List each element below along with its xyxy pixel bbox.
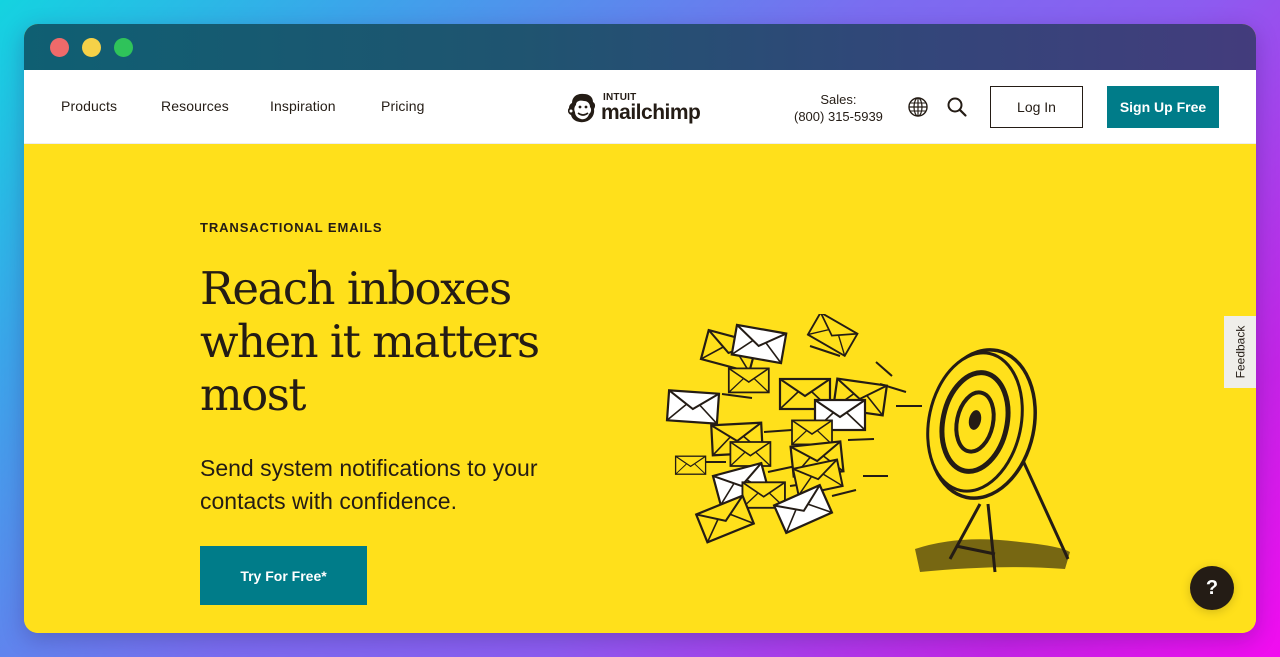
help-button[interactable]: ? — [1190, 566, 1234, 610]
hero-eyebrow: TRANSACTIONAL EMAILS — [200, 220, 383, 235]
target-board — [926, 348, 1037, 500]
nav-pricing[interactable]: Pricing — [381, 98, 425, 114]
envelope — [727, 367, 770, 394]
hero-subhead: Send system notifications to your contac… — [200, 455, 538, 514]
nav-inspiration[interactable]: Inspiration — [270, 98, 336, 114]
feedback-label: Feedback — [1233, 325, 1248, 379]
envelope — [806, 314, 859, 357]
maximize-window-button[interactable] — [114, 38, 133, 57]
sales-label: Sales: — [820, 92, 857, 107]
envelopes-group — [665, 314, 922, 544]
sales-contact: Sales: (800) 315-5939 — [794, 91, 883, 125]
envelope — [729, 441, 772, 467]
hero-section: TRANSACTIONAL EMAILS Reach inboxes when … — [24, 144, 1256, 633]
nav-products[interactable]: Products — [61, 98, 117, 114]
logo-mailchimp-text: mailchimp — [601, 101, 701, 124]
sign-up-free-button[interactable]: Sign Up Free — [1107, 86, 1219, 128]
browser-window: Products Resources Inspiration Pricing I… — [24, 24, 1256, 633]
log-in-button[interactable]: Log In — [990, 86, 1083, 128]
feedback-tab[interactable]: Feedback — [1224, 316, 1256, 388]
envelopes-target-illustration — [665, 314, 1070, 573]
envelope — [674, 455, 707, 475]
close-window-button[interactable] — [50, 38, 69, 57]
freddie-chimp-icon — [567, 93, 596, 123]
globe-icon — [908, 97, 928, 117]
envelope — [665, 389, 721, 425]
mailchimp-logo[interactable]: INTUIT mailchimp — [566, 88, 701, 128]
envelope — [791, 419, 833, 446]
hero-headline: Reach inboxes when it matters most — [200, 262, 540, 421]
window-titlebar — [24, 24, 1256, 70]
search-icon — [947, 97, 967, 117]
question-mark-icon: ? — [1205, 576, 1219, 599]
language-button[interactable] — [907, 96, 929, 118]
top-navigation: Products Resources Inspiration Pricing I… — [24, 70, 1256, 144]
nav-resources[interactable]: Resources — [161, 98, 229, 114]
sales-phone[interactable]: (800) 315-5939 — [794, 108, 883, 125]
minimize-window-button[interactable] — [82, 38, 101, 57]
search-button[interactable] — [946, 96, 968, 118]
try-for-free-button[interactable]: Try For Free* — [200, 546, 367, 605]
envelope — [695, 494, 755, 544]
